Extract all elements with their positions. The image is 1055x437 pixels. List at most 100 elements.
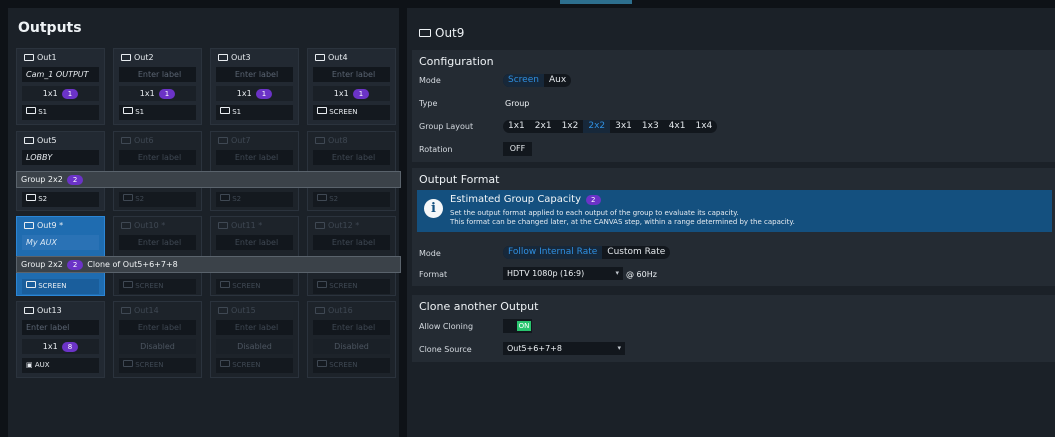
outputs-title: Outputs bbox=[18, 20, 82, 36]
label-input[interactable]: Enter label bbox=[119, 235, 196, 250]
allow-cloning-toggle[interactable]: ON bbox=[503, 319, 532, 333]
monitor-icon bbox=[24, 137, 34, 144]
layout-badge[interactable]: 1x1 8 bbox=[22, 339, 99, 354]
layout-option[interactable]: 2x1 bbox=[530, 120, 557, 133]
clone-label: Clone of Out5+6+7+8 bbox=[87, 260, 178, 269]
label-input[interactable]: Enter label bbox=[22, 320, 99, 335]
label-input[interactable]: Cam_1 OUTPUT bbox=[22, 67, 99, 82]
source-slot[interactable]: SCREEN bbox=[119, 358, 196, 373]
source-slot[interactable]: S1 bbox=[216, 105, 293, 120]
screen-icon bbox=[317, 107, 327, 114]
output-tile-1[interactable]: Out1 Cam_1 OUTPUT 1x1 1 S1 bbox=[16, 48, 105, 125]
output-tile-14[interactable]: Out14 Enter label Disabled SCREEN bbox=[113, 301, 202, 378]
label-input[interactable]: My AUX bbox=[22, 235, 99, 250]
label-input[interactable]: Enter label bbox=[119, 320, 196, 335]
tile-label: Out9 * bbox=[37, 221, 64, 230]
label-input[interactable]: LOBBY bbox=[22, 150, 99, 165]
monitor-icon bbox=[24, 307, 34, 314]
section-title: Clone another Output bbox=[419, 300, 539, 313]
disabled-status: Disabled bbox=[216, 339, 293, 354]
aux-icon: ▣ bbox=[26, 361, 33, 369]
output-tile-3[interactable]: Out3 Enter label 1x1 1 S1 bbox=[210, 48, 299, 125]
layout-option[interactable]: 1x1 bbox=[503, 120, 530, 133]
tile-label: Out15 bbox=[231, 306, 256, 315]
info-icon: i bbox=[424, 199, 443, 218]
screen-icon bbox=[220, 107, 230, 114]
rate-mode-toggle[interactable]: Follow Internal Rate Custom Rate bbox=[503, 246, 671, 259]
layout-option[interactable]: 1x2 bbox=[557, 120, 584, 133]
mode-aux-option[interactable]: Aux bbox=[544, 74, 571, 87]
clone-section: Clone another Output Allow Cloning ON Cl… bbox=[412, 295, 1055, 362]
monitor-icon bbox=[121, 307, 131, 314]
layout-option[interactable]: 1x4 bbox=[690, 120, 717, 133]
label-input[interactable]: Enter label bbox=[119, 150, 196, 165]
follow-internal-rate-option[interactable]: Follow Internal Rate bbox=[503, 246, 603, 259]
group-layout-label: Group Layout bbox=[419, 122, 474, 131]
label-input[interactable]: Enter label bbox=[216, 67, 293, 82]
group-bar-1[interactable]: Group 2x2 2 bbox=[16, 171, 401, 188]
label-input[interactable]: Enter label bbox=[119, 67, 196, 82]
label-input[interactable]: Enter label bbox=[216, 320, 293, 335]
label-input[interactable]: Enter label bbox=[313, 320, 390, 335]
monitor-icon bbox=[218, 137, 228, 144]
monitor-icon bbox=[419, 29, 431, 37]
disabled-status: Disabled bbox=[119, 339, 196, 354]
monitor-icon bbox=[24, 54, 34, 61]
section-title: Configuration bbox=[419, 55, 494, 68]
rate-mode-label: Mode bbox=[419, 249, 441, 258]
mode-label: Mode bbox=[419, 76, 441, 85]
mode-toggle[interactable]: Screen Aux bbox=[503, 74, 572, 87]
source-slot[interactable]: SCREEN bbox=[216, 279, 293, 294]
label-input[interactable]: Enter label bbox=[313, 67, 390, 82]
source-slot[interactable]: S2 bbox=[313, 192, 390, 207]
label-input[interactable]: Enter label bbox=[313, 150, 390, 165]
layout-badge[interactable]: 1x1 1 bbox=[119, 86, 196, 101]
source-slot[interactable]: SCREEN bbox=[119, 279, 196, 294]
group-layout-selector[interactable]: 1x1 2x1 1x2 2x2 3x1 1x3 4x1 1x4 bbox=[503, 120, 718, 133]
label-input[interactable]: Enter label bbox=[216, 235, 293, 250]
group-bar-2[interactable]: Group 2x2 2 Clone of Out5+6+7+8 bbox=[16, 256, 401, 273]
layout-option[interactable]: 3x1 bbox=[610, 120, 637, 133]
chevron-down-icon: ▾ bbox=[617, 344, 621, 352]
source-slot[interactable]: S1 bbox=[119, 105, 196, 120]
source-slot[interactable]: S2 bbox=[119, 192, 196, 207]
clone-source-dropdown[interactable]: Out5+6+7+8 ▾ bbox=[503, 342, 625, 355]
type-value: Group bbox=[505, 99, 530, 108]
source-slot[interactable]: S1 bbox=[22, 105, 99, 120]
layout-badge[interactable]: 1x1 1 bbox=[216, 86, 293, 101]
configuration-section: Configuration Mode Screen Aux Type Group… bbox=[412, 50, 1055, 162]
layout-option[interactable]: 4x1 bbox=[664, 120, 691, 133]
source-slot[interactable]: SCREEN bbox=[313, 279, 390, 294]
label-input[interactable]: Enter label bbox=[313, 235, 390, 250]
layout-option-selected[interactable]: 2x2 bbox=[583, 120, 611, 133]
tile-label: Out7 bbox=[231, 136, 251, 145]
tile-label: Out11 * bbox=[231, 221, 263, 230]
monitor-icon bbox=[121, 54, 131, 61]
chevron-down-icon: ▾ bbox=[615, 269, 619, 277]
output-tile-13[interactable]: Out13 Enter label 1x1 8 ▣ AUX bbox=[16, 301, 105, 378]
screen-icon bbox=[123, 281, 133, 288]
section-title: Output Format bbox=[419, 173, 500, 186]
source-slot[interactable]: S2 bbox=[22, 192, 99, 207]
group-count-badge: 2 bbox=[66, 260, 84, 270]
source-slot[interactable]: SCREEN bbox=[313, 105, 390, 120]
layout-badge[interactable]: 1x1 1 bbox=[22, 86, 99, 101]
clone-source-label: Clone Source bbox=[419, 345, 472, 354]
format-dropdown[interactable]: HDTV 1080p (16:9) ▾ bbox=[503, 267, 623, 280]
source-slot[interactable]: S2 bbox=[216, 192, 293, 207]
source-slot[interactable]: ▣ AUX bbox=[22, 358, 99, 373]
output-tile-15[interactable]: Out15 Enter label Disabled SCREEN bbox=[210, 301, 299, 378]
output-tile-2[interactable]: Out2 Enter label 1x1 1 S1 bbox=[113, 48, 202, 125]
layout-option[interactable]: 1x3 bbox=[637, 120, 664, 133]
layout-badge[interactable]: 1x1 1 bbox=[313, 86, 390, 101]
mode-screen-option[interactable]: Screen bbox=[503, 74, 544, 87]
output-tile-16[interactable]: Out16 Enter label Disabled SCREEN bbox=[307, 301, 396, 378]
source-slot[interactable]: SCREEN bbox=[313, 358, 390, 373]
label-input[interactable]: Enter label bbox=[216, 150, 293, 165]
output-tile-4[interactable]: Out4 Enter label 1x1 1 SCREEN bbox=[307, 48, 396, 125]
screen-icon bbox=[26, 281, 36, 288]
source-slot[interactable]: SCREEN bbox=[22, 279, 99, 294]
source-slot[interactable]: SCREEN bbox=[216, 358, 293, 373]
custom-rate-option[interactable]: Custom Rate bbox=[602, 246, 670, 259]
rotation-toggle[interactable]: OFF bbox=[503, 142, 532, 156]
